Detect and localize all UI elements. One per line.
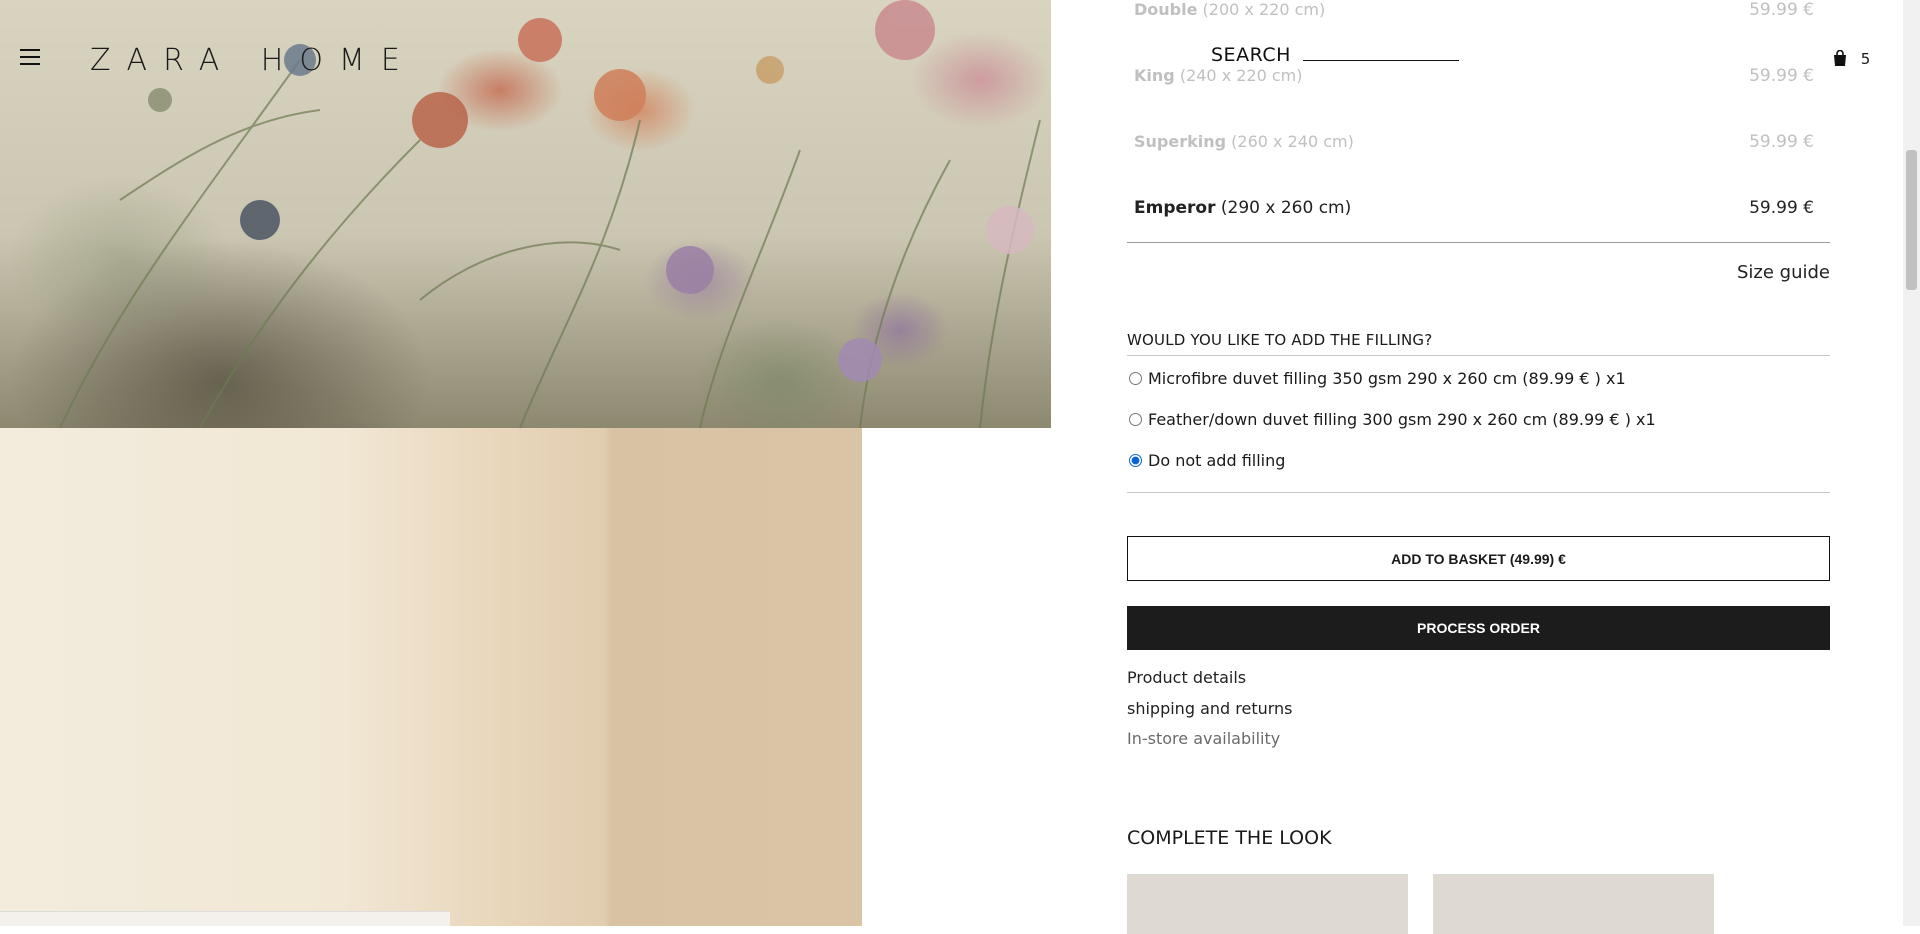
size-list-divider [1127,242,1830,243]
bed-edge [0,911,450,926]
product-image-gallery [0,0,1051,926]
complete-the-look-heading: COMPLETE THE LOOK [1127,827,1332,849]
size-price: 59.99 € [1749,0,1814,20]
add-to-basket-button[interactable]: ADD TO BASKET (49.99) € [1127,536,1830,581]
page-scrollbar[interactable] [1903,0,1920,926]
size-name: Emperor (290 x 260 cm) [1134,198,1352,218]
size-price: 59.99 € [1749,132,1814,152]
floral-pattern [59,0,1041,428]
look-product-card[interactable] [1433,874,1714,934]
filling-divider [1127,355,1830,356]
size-name: King (240 x 220 cm) [1134,66,1303,85]
filling-option-microfibre[interactable]: Microfibre duvet filling 350 gsm 290 x 2… [1127,369,1626,388]
filling-radio-microfibre[interactable] [1129,372,1142,385]
product-details-link[interactable]: Product details [1127,668,1246,687]
size-option-double[interactable]: Double (200 x 220 cm) 59.99 € [1127,0,1830,66]
filling-radio-none[interactable] [1129,454,1142,467]
filling-option-label: Feather/down duvet filling 300 gsm 290 x… [1148,410,1656,429]
size-name: Superking (260 x 240 cm) [1134,132,1354,151]
size-guide-link[interactable]: Size guide [1737,262,1830,283]
filling-end-divider [1127,492,1830,493]
shopping-bag-icon [1834,49,1846,66]
basket-button[interactable]: 5 [1832,49,1871,68]
size-price: 59.99 € [1749,198,1814,218]
filling-option-label: Do not add filling [1148,451,1286,470]
size-price: 59.99 € [1749,66,1814,86]
filling-radio-feather[interactable] [1129,413,1142,426]
filling-option-feather[interactable]: Feather/down duvet filling 300 gsm 290 x… [1127,410,1656,429]
scrollbar-thumb[interactable] [1906,150,1917,290]
size-option-superking[interactable]: Superking (260 x 240 cm) 59.99 € [1127,132,1830,198]
process-order-button[interactable]: PROCESS ORDER [1127,606,1830,650]
in-store-availability-link[interactable]: In-store availability [1127,729,1280,748]
size-option-emperor[interactable]: Emperor (290 x 260 cm) 59.99 € [1127,198,1830,264]
basket-count: 5 [1860,50,1871,68]
size-option-king[interactable]: King (240 x 220 cm) 59.99 € [1127,66,1830,132]
filling-option-label: Microfibre duvet filling 350 gsm 290 x 2… [1148,369,1626,388]
filling-heading: WOULD YOU LIKE TO ADD THE FILLING? [1127,331,1433,349]
product-image-floral[interactable] [0,0,1051,428]
shipping-returns-link[interactable]: shipping and returns [1127,699,1293,718]
product-image-room[interactable] [0,428,862,926]
menu-icon[interactable] [18,44,44,72]
size-name: Double (200 x 220 cm) [1134,0,1326,19]
look-product-card[interactable] [1127,874,1408,934]
filling-option-none[interactable]: Do not add filling [1127,451,1285,470]
